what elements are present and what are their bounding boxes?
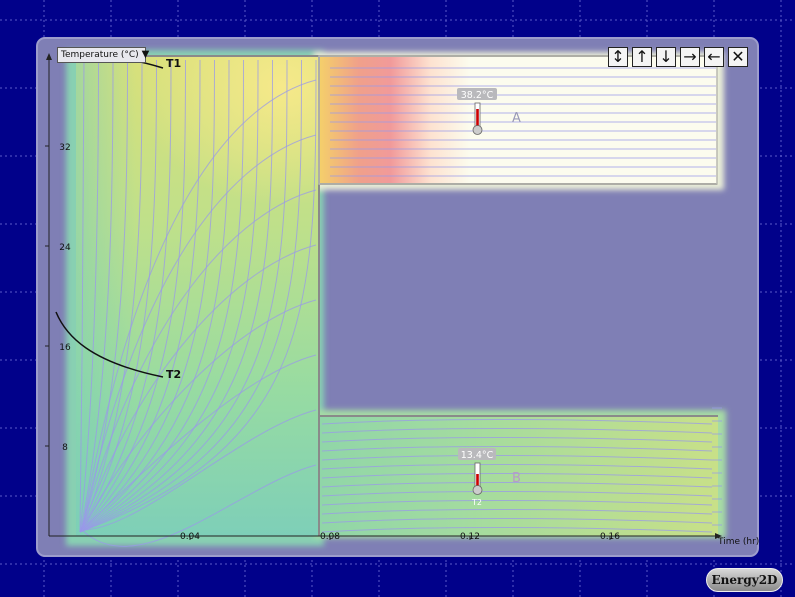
x-tick-label: 0.16 xyxy=(600,532,620,542)
curve-label-t2: T2 xyxy=(166,368,181,381)
move-left-button[interactable]: ← xyxy=(704,47,724,67)
sensor-reading: 13.4°C xyxy=(461,450,494,461)
sensor-reading: 38.2°C xyxy=(461,90,494,101)
y-tick-label: 24 xyxy=(59,243,71,253)
region-label-a: A xyxy=(512,111,521,126)
x-tick-label: 0.04 xyxy=(180,532,200,542)
y-tick-label: 32 xyxy=(59,143,70,153)
move-down-button[interactable]: ↓ xyxy=(656,47,676,67)
expand-vertical-button[interactable]: ↕ xyxy=(608,47,628,67)
y-tick-label: 8 xyxy=(62,443,68,453)
series-selector[interactable]: Temperature (°C) ▼ xyxy=(57,47,149,63)
region-label-b: B xyxy=(512,471,521,486)
x-tick-label: 0.08 xyxy=(320,532,340,542)
y-tick-label: 16 xyxy=(59,343,71,353)
x-axis-label: Time (hr) xyxy=(717,537,759,547)
move-up-button[interactable]: ↑ xyxy=(632,47,652,67)
move-right-button[interactable]: → xyxy=(680,47,700,67)
close-button[interactable]: ✕ xyxy=(728,47,748,67)
sensor-id-label: T2 xyxy=(471,498,482,507)
simulation-view[interactable]: 32 24 16 8 0.04 0.08 0.12 0.16 Time (hr)… xyxy=(0,0,795,597)
series-selector-label: Temperature (°C) xyxy=(61,50,139,60)
energy2d-logo[interactable]: Energy2D xyxy=(706,568,783,592)
dropdown-arrow-icon: ▼ xyxy=(141,49,150,60)
curve-label-t1: T1 xyxy=(166,57,181,70)
x-tick-label: 0.12 xyxy=(460,532,480,542)
